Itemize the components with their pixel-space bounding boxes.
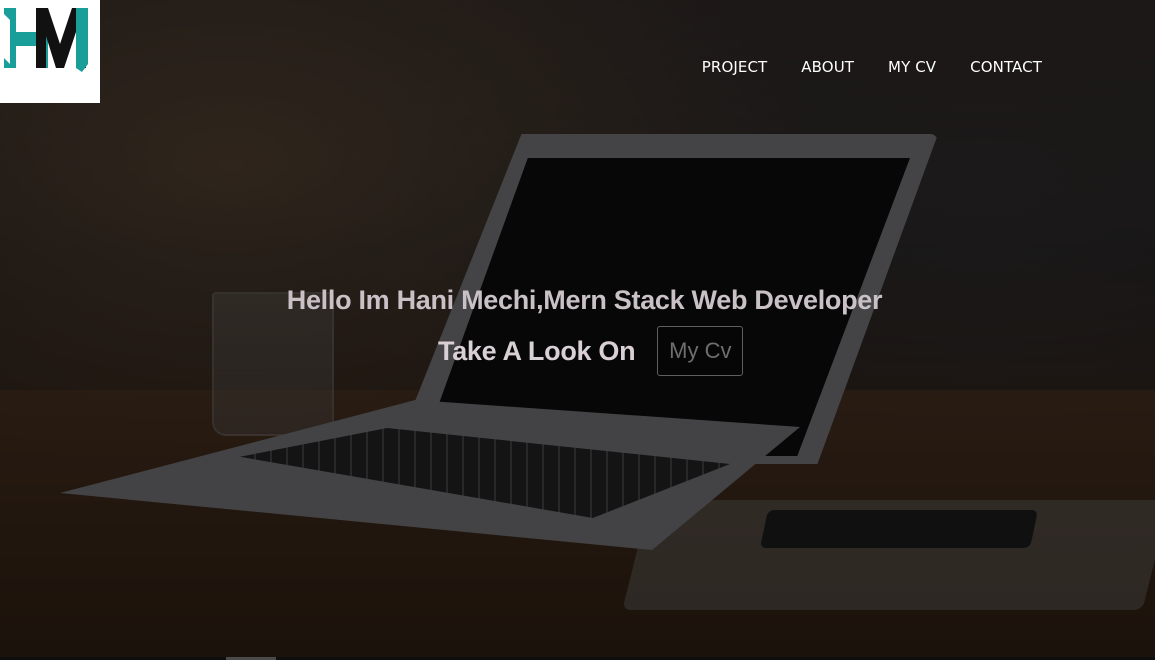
hm-logo-icon xyxy=(4,8,88,72)
hero-headline: Hello Im Hani Mechi,Mern Stack Web Devel… xyxy=(286,285,883,315)
nav-item-my-cv[interactable]: MY CV xyxy=(888,58,936,76)
hero-subline: Take A Look On xyxy=(438,335,636,366)
hero-subline-row: Take A Look On My Cv xyxy=(438,326,744,376)
my-cv-button[interactable]: My Cv xyxy=(657,326,744,376)
nav-item-project[interactable]: PROJECT xyxy=(702,58,768,76)
site-logo[interactable] xyxy=(0,0,100,103)
main-nav: PROJECT ABOUT MY CV CONTACT xyxy=(702,58,1042,76)
nav-item-contact[interactable]: CONTACT xyxy=(970,58,1042,76)
nav-item-about[interactable]: ABOUT xyxy=(801,58,854,76)
